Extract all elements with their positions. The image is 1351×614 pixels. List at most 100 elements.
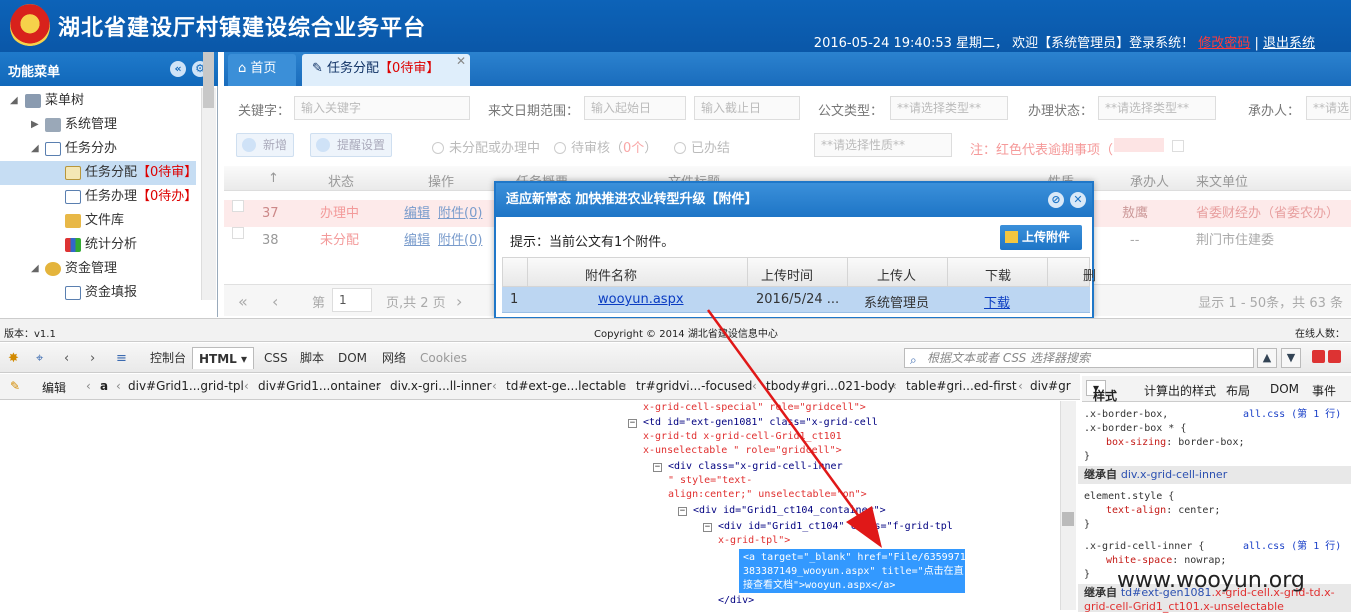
tab-network[interactable]: 网络 [376, 347, 412, 369]
css-property[interactable]: text-align [1106, 505, 1166, 516]
collapse-node-icon[interactable]: − [678, 507, 687, 516]
keyword-input[interactable]: 输入关键字 [294, 96, 470, 120]
crumb-item[interactable]: div#Grid1...ontainer [258, 379, 381, 393]
side-tab-style[interactable]: 样式 ▾ [1086, 380, 1117, 403]
sidebar-item-system[interactable]: ▶ 系统管理 [0, 113, 200, 137]
add-button[interactable]: 新增 [236, 133, 294, 157]
attachment-row[interactable]: 1 wooyun.aspx 2016/5/24 ... 系统管理员 下载 [502, 287, 1090, 313]
html-line[interactable]: <div class="x-grid-cell-inner [668, 461, 843, 472]
attachment-link[interactable]: wooyun.aspx [598, 292, 684, 307]
row-checkbox[interactable] [232, 227, 244, 239]
back-arrow-icon[interactable]: ‹ [64, 351, 69, 366]
col-download[interactable]: 下载 [985, 265, 1011, 284]
radio-unassigned[interactable]: 未分配或办理中 [432, 137, 540, 156]
sidebar-item-task-handle[interactable]: 任务办理【0待办】 [0, 185, 200, 209]
crumb-item[interactable]: td#ext-ge...lectable [506, 379, 626, 393]
detach-window-icon[interactable] [1312, 350, 1325, 363]
tab-task-assign[interactable]: ✎ 任务分配【0待审】 [302, 54, 470, 86]
side-tab-dom[interactable]: DOM [1270, 382, 1299, 396]
sidebar-item-menu-tree[interactable]: ◢ 菜单树 [0, 89, 200, 113]
tab-close-icon[interactable]: ✕ [456, 54, 466, 68]
overdue-checkbox[interactable] [1172, 140, 1184, 152]
logout-link[interactable]: 退出系统 [1263, 36, 1315, 51]
radio-pending[interactable]: 待审核（0个） [554, 137, 657, 156]
col-handler[interactable]: 承办人 [1130, 171, 1169, 190]
edit-button[interactable]: 编辑 [42, 379, 66, 396]
col-action[interactable]: 操作 [428, 171, 454, 190]
inherited-target[interactable]: div.x-grid-cell-inner [1121, 468, 1227, 481]
first-page-icon[interactable]: « [238, 292, 248, 311]
col-uploader[interactable]: 上传人 [877, 265, 916, 284]
crumb-scroll-left-icon[interactable]: ‹ [86, 379, 91, 393]
close-icon[interactable]: ✕ [1070, 192, 1086, 208]
col-attachment-name[interactable]: 附件名称 [585, 265, 637, 284]
tab-cookies[interactable]: Cookies [414, 347, 473, 369]
crumb-item[interactable]: a [100, 379, 108, 393]
prev-page-icon[interactable]: ‹ [272, 292, 278, 311]
crumb-item[interactable]: table#gri...ed-first [906, 379, 1017, 393]
collapse-node-icon[interactable]: − [628, 419, 637, 428]
crumb-item[interactable]: tr#gridvi...-focused [636, 379, 752, 393]
download-link[interactable]: 下载 [984, 292, 1010, 311]
crumb-item[interactable]: div#Grid1...grid-tpl [128, 379, 244, 393]
html-pane-scroll-thumb[interactable] [1062, 512, 1074, 526]
crumb-item[interactable]: tbody#gri...021-body [766, 379, 895, 393]
close-devtools-icon[interactable] [1328, 350, 1341, 363]
css-source-link[interactable]: all.css (第 1 行) [1243, 408, 1341, 422]
tab-home[interactable]: ⌂ 首页 [228, 54, 296, 86]
html-line[interactable]: </div> [718, 595, 754, 606]
tab-html[interactable]: HTML ▾ [192, 347, 255, 369]
html-line[interactable]: <div id="Grid1_ct104" class="f-grid-tpl [718, 521, 953, 532]
collapsed-arrow-icon[interactable]: ▶ [31, 113, 41, 137]
selected-anchor-node[interactable]: <a target="_blank" href="File/635997156 … [739, 549, 978, 593]
html-line[interactable]: x-unselectable " role="gridcell"> [643, 445, 842, 456]
tab-dom[interactable]: DOM [332, 347, 373, 369]
radio-done[interactable]: 已办结 [674, 137, 730, 156]
css-source-link[interactable]: all.css (第 1 行) [1243, 540, 1341, 554]
collapse-node-icon[interactable]: − [653, 463, 662, 472]
remind-settings-button[interactable]: 提醒设置 [310, 133, 392, 157]
crumb-item[interactable]: div#gr [1030, 379, 1071, 393]
change-password-link[interactable]: 修改密码 [1198, 36, 1250, 51]
html-line[interactable]: " style="text- [668, 475, 752, 486]
css-value[interactable]: nowrap; [1184, 555, 1226, 566]
row-edit-link[interactable]: 编辑 [404, 227, 430, 254]
devtools-search-input[interactable]: ⌕ 根据文本或者 CSS 选择器搜索 [904, 348, 1254, 368]
handler-select[interactable]: **请选 [1306, 96, 1351, 120]
sidebar-item-funds-report[interactable]: 资金填报 [0, 281, 200, 305]
side-tab-computed[interactable]: 计算出的样式 [1144, 382, 1216, 399]
inspect-icon[interactable]: ⌖ [36, 351, 43, 366]
col-upload-time[interactable]: 上传时间 [761, 265, 813, 284]
sidebar-scroll-thumb[interactable] [203, 52, 214, 108]
crumb-item[interactable]: div.x-gri...ll-inner [390, 379, 492, 393]
tab-script[interactable]: 脚本 [294, 347, 330, 369]
sidebar-item-task-assign[interactable]: 任务分配【0待审】 [0, 161, 197, 185]
html-line[interactable]: <div id="Grid1_ct104_container"> [693, 505, 886, 516]
date-end-input[interactable]: 输入截止日 [694, 96, 800, 120]
edit-pencil-icon[interactable]: ✎ [10, 379, 20, 393]
sort-icon[interactable]: ↑ [268, 171, 279, 186]
row-attachment-link[interactable]: 附件(0) [438, 227, 482, 254]
search-prev-button[interactable]: ▲ [1257, 348, 1277, 368]
row-edit-link[interactable]: 编辑 [404, 200, 430, 227]
page-input[interactable]: 1 [332, 288, 372, 312]
html-line[interactable]: x-grid-td x-grid-cell-Grid1_ct101 [643, 431, 842, 442]
html-line[interactable]: <td id="ext-gen1081" class="x-grid-cell [643, 417, 878, 428]
col-status[interactable]: 状态 [328, 171, 354, 190]
col-delete[interactable]: 删 [1083, 265, 1096, 284]
nature-select[interactable]: **请选择性质** [814, 133, 952, 157]
collapse-node-icon[interactable]: − [703, 523, 712, 532]
doc-type-select[interactable]: **请选择类型** [890, 96, 1008, 120]
html-line[interactable]: align:center;" unselectable="on"> [668, 489, 867, 500]
sidebar-item-funds[interactable]: ◢ 资金管理 [0, 257, 200, 281]
html-pane-scrollbar[interactable] [1060, 401, 1076, 610]
col-unit[interactable]: 来文单位 [1196, 171, 1248, 190]
next-page-icon[interactable]: › [456, 292, 462, 311]
sidebar-item-file-library[interactable]: 文件库 [0, 209, 200, 233]
maximize-icon[interactable]: ⊘ [1048, 192, 1064, 208]
collapse-icon[interactable]: « [170, 61, 186, 77]
css-property[interactable]: box-sizing [1106, 437, 1166, 448]
css-value[interactable]: center; [1178, 505, 1220, 516]
search-next-button[interactable]: ▼ [1281, 348, 1301, 368]
css-property[interactable]: white-space [1106, 555, 1172, 566]
